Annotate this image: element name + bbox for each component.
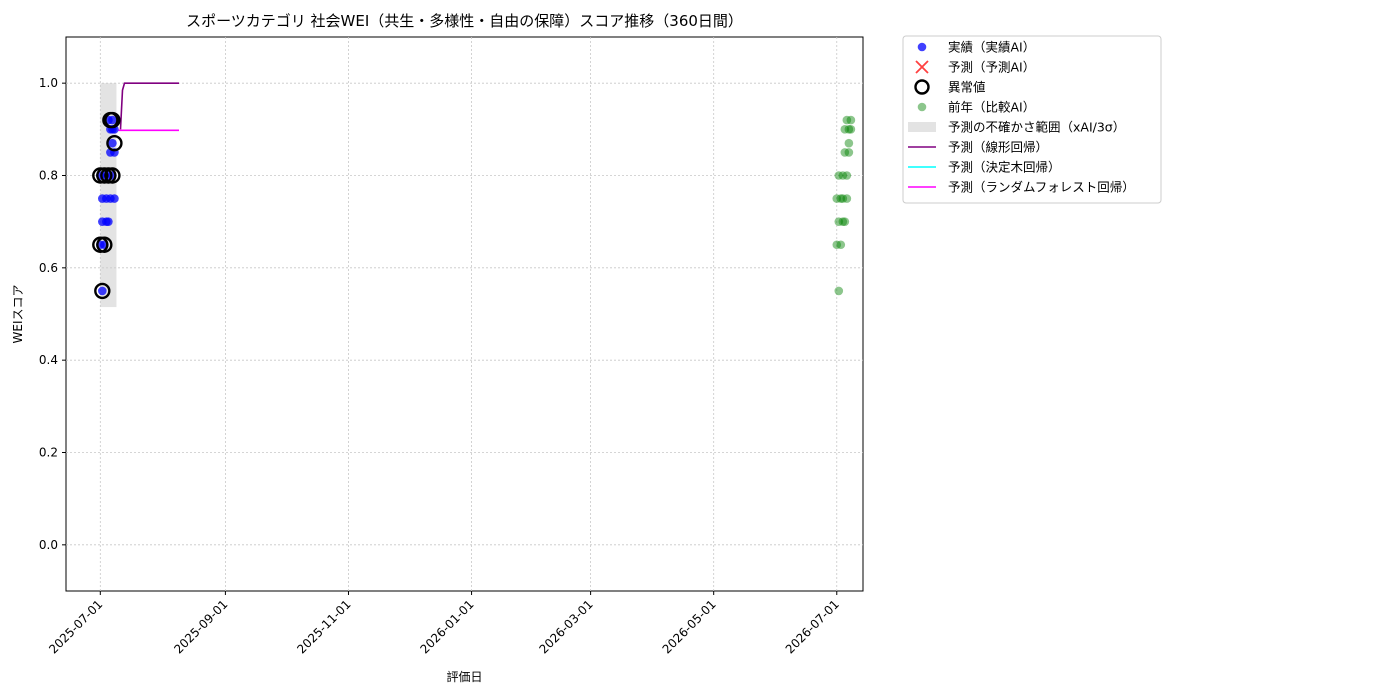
- previous-year-point: [844, 138, 854, 148]
- legend-label: 異常値: [948, 80, 986, 95]
- legend-label: 実績（実績AI）: [948, 40, 1035, 55]
- legend-label: 予測（ランダムフォレスト回帰）: [948, 180, 1135, 195]
- x-tick-label: 2025-09-01: [171, 597, 230, 656]
- x-tick-label: 2026-01-01: [417, 597, 476, 656]
- y-tick-label: 0.6: [39, 261, 58, 275]
- grid: [66, 37, 863, 591]
- previous-year-point: [844, 148, 854, 157]
- y-tick-label: 0.0: [39, 538, 58, 552]
- prediction-lines-layer: [118, 82, 179, 132]
- legend-marker: [917, 42, 927, 52]
- actual-point: [104, 217, 113, 226]
- previous-year-point: [846, 125, 856, 134]
- legend: 実績（実績AI） 予測（予測AI） 異常値前年（比較AI） 予測の不確かさ範囲（xAI…: [902, 35, 1162, 204]
- legend-label: 予測（決定木回帰）: [948, 160, 1061, 175]
- x-tick-label: 2026-07-01: [783, 597, 842, 656]
- legend-marker: [908, 122, 936, 132]
- prediction-line: [119, 82, 179, 130]
- previous-year-point: [834, 286, 844, 296]
- legend-label: 予測の不確かさ範囲（xAI/3σ）: [948, 120, 1125, 135]
- x-tick-label: 2025-07-01: [46, 597, 105, 656]
- points-layer: [92, 111, 856, 300]
- legend-label: 予測（線形回帰）: [948, 140, 1048, 155]
- chart-title: スポーツカテゴリ 社会WEI（共生・多様性・自由の保障）スコア推移（360日間）: [186, 12, 743, 30]
- previous-year-point: [846, 115, 856, 125]
- legend-label: 予測（予測AI）: [948, 60, 1035, 75]
- y-axis-label: WEIスコア: [11, 285, 25, 344]
- actual-point: [110, 194, 119, 203]
- x-tick-label: 2025-11-01: [294, 597, 353, 656]
- legend-marker: [917, 102, 927, 112]
- y-tick-label: 0.4: [39, 353, 58, 367]
- x-axis: 2025-07-01 2025-09-01 2025-11-01 2026-01-01…: [46, 591, 842, 656]
- x-tick-label: 2026-05-01: [660, 597, 719, 656]
- chart-canvas: 0.00.20.40.60.81.0 2025-07-01 2025-09-01 2…: [11, 12, 1162, 684]
- legend-label: 前年（比較AI）: [948, 100, 1035, 115]
- x-tick-label: 2026-03-01: [537, 597, 596, 656]
- previous-year-point: [836, 240, 846, 250]
- previous-year-point: [842, 194, 852, 203]
- x-axis-label: 評価日: [446, 669, 482, 684]
- y-axis: 0.0 0.2 0.4 0.6 0.8 1.0: [39, 76, 66, 552]
- y-tick-label: 0.8: [39, 169, 58, 183]
- plot-area: [65, 36, 864, 592]
- y-tick-label: 0.2: [39, 446, 58, 460]
- previous-year-point: [842, 171, 852, 180]
- previous-year-point: [840, 217, 850, 226]
- actual-point: [98, 286, 107, 296]
- y-tick-label: 1.0: [39, 76, 58, 90]
